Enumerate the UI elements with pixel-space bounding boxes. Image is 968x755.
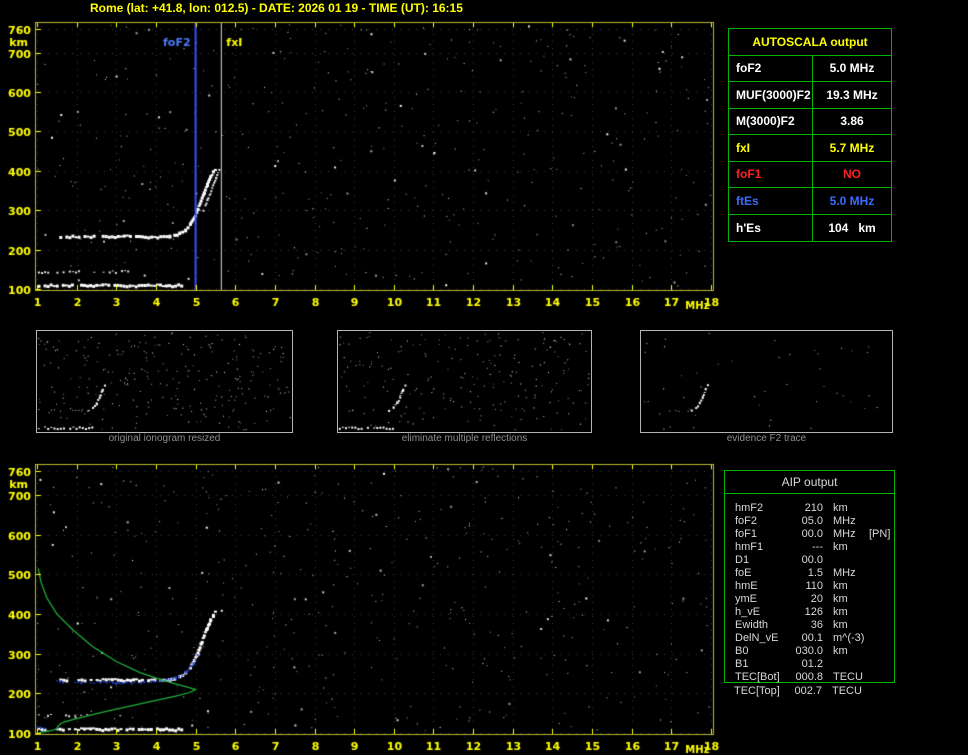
param-name: DelN_vE [735,632,779,644]
thumbnail-original-ionogram [36,330,293,433]
param-value: 5.0 MHz [829,193,875,208]
param-label: foF1 [729,161,813,187]
aip-row-Ewidth: Ewidth 36 km [725,619,894,632]
thumbnail-caption: eliminate multiple reflections [401,433,528,444]
param-name: D1 [735,554,750,566]
param-value: 104 km [828,220,876,235]
param-name: Ewidth [735,619,769,631]
aip-output-panel: AIP output hmF2 210 km foF2 05.0 MHz foF… [724,470,895,683]
aip-row-hmF1: hmF1 --- km [725,541,894,554]
aip-panel-title: AIP output [725,471,894,494]
param-value: 030.0 [795,645,823,657]
param-value: 1.5 [807,567,823,579]
aip-row-DelN_vE: DelN_vE 00.1 m^(-3) [725,632,894,645]
param-unit: MHz [833,515,856,527]
autoscala-row-hEs: h'Es 104 km [729,214,891,241]
param-name: ymE [735,593,757,605]
param-value: 5.0 MHz [829,61,875,76]
aip-row-foF1: foF1 00.0 MHz [PN] [725,528,894,541]
param-name: hmF1 [735,541,764,553]
aip-row-h_vE: h_vE 126 km [725,606,894,619]
thumbnail-caption: evidence F2 trace [726,433,807,444]
aip-row-D1: D1 00.0 [725,554,894,567]
param-value: 00.0 [801,528,823,540]
param-unit: TECU [832,685,862,697]
param-name: foF1 [735,528,758,540]
thumbnail-caption: original ionogram resized [108,433,221,444]
param-unit: TECU [833,671,863,683]
thumbnail-evidence-f2-trace [640,330,893,433]
param-unit: km [833,606,848,618]
param-value: 110 [805,580,823,592]
autoscala-row-ftEs: ftEs 5.0 MHz [729,188,891,215]
autoscala-row-MUF3000F2: MUF(3000)F2 19.3 MHz [729,82,891,109]
aip-row-B0: B0 030.0 km [725,645,894,658]
param-name: hmE [735,580,758,592]
aip-row-TECBot: TEC[Bot] 000.8 TECU [725,671,894,684]
param-label: M(3000)F2 [729,108,813,134]
param-label: h'Es [729,214,813,241]
param-value: 19.3 MHz [826,87,878,102]
aip-rows: hmF2 210 km foF2 05.0 MHz foF1 00.0 MHz … [725,494,894,684]
station-date-time-header: Rome (lat: +41.8, lon: 012.5) - DATE: 20… [90,1,463,15]
top-ionogram-plot [4,20,720,314]
param-unit [833,554,867,567]
autoscala-row-fxI: fxI 5.7 MHz [729,135,891,162]
aip-row-hmF2: hmF2 210 km [725,502,894,515]
bottom-ionogram-profile-plot [4,462,720,754]
param-unit: m^(-3) [833,632,865,644]
param-unit: km [833,502,848,514]
aip-row-foE: foE 1.5 MHz [725,567,894,580]
autoscala-output-panel: AUTOSCALA output foF2 5.0 MHz MUF(3000)F… [728,28,892,242]
param-value: 000.8 [795,671,823,683]
param-name: B0 [735,645,749,657]
param-value: 126 [804,606,823,618]
param-value: 00.1 [801,632,823,644]
param-name: TEC[Top] [734,685,780,697]
autoscala-app-window: Rome (lat: +41.8, lon: 012.5) - DATE: 20… [0,0,968,755]
param-extra: [PN] [869,528,891,540]
param-value: 210 [804,502,823,514]
param-name: foE [735,567,752,579]
aip-row-TECTop: TEC[Top] 002.7 TECU [724,685,895,698]
param-value: 5.7 MHz [829,140,875,155]
param-value: --- [812,541,823,553]
param-unit: MHz [833,567,856,579]
param-unit: km [833,593,848,605]
autoscala-row-M3000F2: M(3000)F2 3.86 [729,108,891,135]
param-unit: km [833,619,848,631]
autoscala-row-foF2: foF2 5.0 MHz [729,55,891,82]
param-unit [833,658,867,671]
param-name: hmF2 [735,502,764,514]
aip-row: TEC[Top] 002.7 TECU [724,685,895,698]
param-value: 00.0 [801,554,823,566]
aip-row-foF2: foF2 05.0 MHz [725,515,894,528]
param-name: foF2 [735,515,758,527]
param-value: 002.7 [794,685,822,697]
autoscala-panel-title: AUTOSCALA output [729,29,891,56]
param-unit: MHz [833,528,856,540]
aip-row-ymE: ymE 20 km [725,593,894,606]
param-name: B1 [735,658,749,670]
param-unit: km [833,580,848,592]
param-unit: km [833,645,848,657]
param-name: h_vE [735,606,761,618]
param-name: TEC[Bot] [735,671,780,683]
param-value: 36 [810,619,823,631]
param-label: foF2 [729,55,813,81]
param-value: 05.0 [801,515,823,527]
param-label: fxI [729,135,813,161]
aip-row-B1: B1 01.2 [725,658,894,671]
param-label: ftEs [729,188,813,214]
param-label: MUF(3000)F2 [729,82,813,108]
param-value: 01.2 [801,658,823,670]
param-value: 20 [810,593,823,605]
autoscala-row-foF1: foF1 NO [729,161,891,188]
param-unit: km [833,541,848,553]
aip-row-hmE: hmE 110 km [725,580,894,593]
thumbnail-multiple-reflections-removed [337,330,592,433]
param-value: 3.86 [840,114,864,129]
param-value: NO [843,167,861,182]
